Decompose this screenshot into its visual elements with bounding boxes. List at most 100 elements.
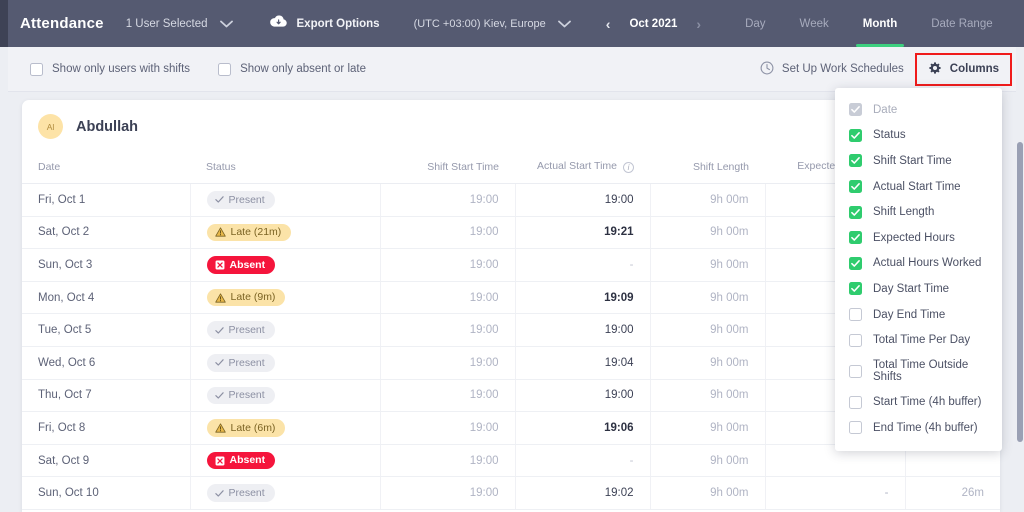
checkbox-checked-icon[interactable] [849, 205, 862, 219]
cell-shift-start-time: 19:00 [380, 248, 516, 282]
cell-actual-start-time: 19:00 [515, 183, 651, 217]
range-tabs: Day Week Month Date Range [728, 0, 1010, 47]
window-left-edge [0, 0, 8, 47]
col-header-actual-start-time-label: Actual Start Time [537, 160, 617, 172]
previous-period-button[interactable]: ‹ [597, 16, 620, 32]
checkbox-unchecked-icon[interactable] [849, 308, 862, 322]
status-badge: Present [206, 354, 275, 372]
status-badge: Absent [206, 256, 276, 274]
page-title: Attendance [20, 15, 104, 32]
tab-date-range[interactable]: Date Range [914, 0, 1009, 47]
cell-shift-start-time: 19:00 [380, 379, 516, 413]
timezone-chevron-down-icon[interactable] [557, 17, 571, 31]
status-badge-label: Late (6m) [230, 421, 276, 434]
cell-status: Present [190, 379, 381, 413]
cell-shift-start-time: 19:00 [380, 281, 516, 315]
columns-dropdown: Date Status Shift Start Time Actual Start T… [835, 88, 1002, 451]
cell-status: Absent [190, 444, 381, 478]
info-icon[interactable]: i [623, 162, 634, 173]
col-header-actual-start-time[interactable]: Actual Start Time i [515, 151, 650, 184]
filter-bar: Show only users with shifts Show only ab… [8, 47, 1024, 92]
col-header-status[interactable]: Status [190, 151, 380, 184]
cell-date: Thu, Oct 7 [22, 379, 191, 413]
cell-shift-length: 9h 00m [650, 379, 766, 413]
columns-dropdown-item[interactable]: Shift Start Time [835, 148, 1002, 174]
columns-dropdown-item-label: Total Time Outside Shifts [873, 359, 969, 384]
cell-status: Present [190, 313, 381, 347]
timezone-label[interactable]: (UTC +03:00) Kiev, Europe [414, 18, 546, 30]
columns-dropdown-item[interactable]: End Time (4h buffer) [835, 415, 1002, 441]
status-badge-label: Present [228, 486, 265, 499]
cell-shift-start-time: 19:00 [380, 444, 516, 478]
columns-dropdown-item: Date [835, 97, 1002, 123]
checkbox-checked-icon [849, 103, 862, 117]
checkbox-checked-icon[interactable] [849, 231, 862, 245]
checkbox-checked-icon[interactable] [849, 154, 862, 168]
status-badge: Late (6m) [206, 419, 286, 437]
cell-date: Mon, Oct 4 [22, 281, 191, 315]
checkbox-checked-icon[interactable] [849, 282, 862, 296]
user-selection-label[interactable]: 1 User Selected [126, 18, 208, 30]
cell-date: Sat, Oct 2 [22, 216, 191, 250]
checkbox-checked-icon[interactable] [849, 128, 862, 142]
checkbox-unchecked-icon[interactable] [218, 62, 232, 76]
columns-dropdown-item[interactable]: Day Start Time [835, 276, 1002, 302]
columns-dropdown-item[interactable]: Day End Time [835, 302, 1002, 328]
attendance-app: Attendance 1 User Selected Export Option… [0, 0, 1024, 512]
filter-show-only-users-with-shifts[interactable]: Show only users with shifts [30, 62, 190, 76]
columns-dropdown-item[interactable]: Actual Hours Worked [835, 251, 1002, 277]
cell-shift-start-time: 19:00 [380, 183, 516, 217]
columns-dropdown-item-label: Day Start Time [873, 282, 950, 295]
columns-dropdown-item[interactable]: Status [835, 123, 1002, 149]
scrollbar-thumb[interactable] [1017, 142, 1023, 442]
col-header-shift-length[interactable]: Shift Length [650, 151, 765, 184]
col-header-date[interactable]: Date [22, 151, 190, 184]
columns-dropdown-item[interactable]: Shift Length [835, 199, 1002, 225]
cell-status: Late (21m) [190, 216, 381, 250]
next-period-button[interactable]: › [687, 16, 710, 32]
checkbox-unchecked-icon[interactable] [849, 364, 862, 378]
checkbox-checked-icon[interactable] [849, 180, 862, 194]
vertical-scrollbar[interactable] [1016, 47, 1024, 512]
cell-extra: 26m [905, 476, 1000, 510]
cell-actual-start-time: 19:04 [515, 346, 651, 380]
cell-actual-start-time: 19:06 [515, 411, 651, 445]
user-name: Abdullah [76, 118, 139, 135]
status-badge-label: Absent [229, 454, 266, 467]
checkbox-unchecked-icon[interactable] [849, 395, 862, 409]
filter-bar-actions: Set Up Work Schedules Columns [760, 52, 1013, 86]
table-row[interactable]: Sun, Oct 10 Present 19:00 19:02 9h 00m -26m [22, 476, 1000, 510]
cell-shift-start-time: 19:00 [380, 476, 516, 510]
avatar: Al [38, 114, 63, 139]
cell-actual-start-time: - [515, 248, 651, 282]
columns-dropdown-item[interactable]: Actual Start Time [835, 174, 1002, 200]
columns-dropdown-item[interactable]: Total Time Outside Shifts [835, 353, 1002, 390]
checkbox-unchecked-icon[interactable] [849, 333, 862, 347]
columns-dropdown-item-label: Shift Length [873, 206, 935, 219]
columns-dropdown-item[interactable]: Start Time (4h buffer) [835, 390, 1002, 416]
columns-button[interactable]: Columns [914, 52, 1013, 86]
tab-week[interactable]: Week [783, 0, 846, 47]
filter-label-absent-or-late: Show only absent or late [240, 63, 367, 75]
checkbox-checked-icon[interactable] [849, 256, 862, 270]
checkbox-unchecked-icon[interactable] [849, 421, 862, 435]
set-up-work-schedules-button[interactable]: Set Up Work Schedules [760, 61, 904, 78]
cell-shift-start-time: 19:00 [380, 411, 516, 445]
checkbox-unchecked-icon[interactable] [30, 62, 43, 76]
columns-dropdown-item-label: Day End Time [873, 308, 946, 321]
columns-dropdown-item[interactable]: Total Time Per Day [835, 327, 1002, 353]
tab-day[interactable]: Day [728, 0, 782, 47]
tab-month[interactable]: Month [846, 0, 914, 47]
status-badge: Present [206, 386, 275, 405]
status-badge: Present [206, 321, 275, 339]
export-options-button[interactable]: Export Options [269, 14, 380, 33]
columns-dropdown-item[interactable]: Expected Hours [835, 225, 1002, 251]
status-badge: Present [206, 191, 275, 209]
filter-show-only-absent-or-late[interactable]: Show only absent or late [218, 62, 367, 76]
cell-shift-length: 9h 00m [650, 346, 766, 380]
chevron-down-icon[interactable] [219, 17, 233, 31]
col-header-shift-start-time[interactable]: Shift Start Time [380, 151, 515, 184]
columns-dropdown-item-label: Date [873, 103, 898, 116]
cell-shift-start-time: 19:00 [380, 346, 516, 380]
cell-actual-start-time: 19:09 [515, 281, 651, 315]
